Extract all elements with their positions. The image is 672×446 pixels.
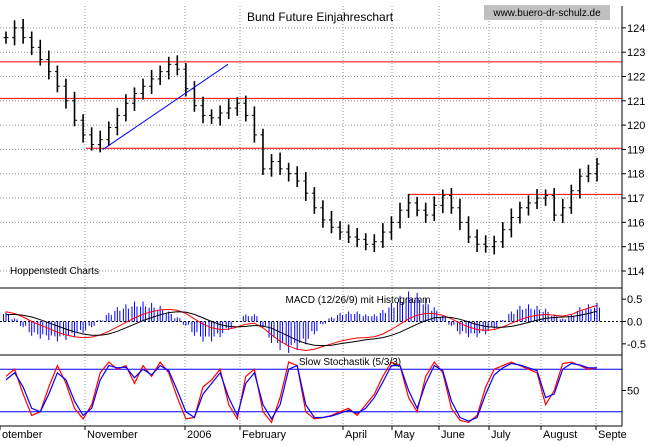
y-tick-label: 115 <box>627 242 645 254</box>
y-tick-label: 117 <box>627 193 645 205</box>
x-tick-label: August <box>543 429 577 441</box>
y-tick-label: 116 <box>627 217 645 229</box>
watermark: www.buero-dr-schulz.de <box>492 8 601 19</box>
x-tick-label: otember <box>2 429 43 441</box>
y-tick-label: -0.5 <box>627 339 646 351</box>
x-tick-label: April <box>345 429 367 441</box>
x-tick-label: Septe <box>598 429 627 441</box>
y-tick-label: 123 <box>627 47 645 59</box>
x-tick-label: May <box>394 429 415 441</box>
y-tick-label: 121 <box>627 96 645 108</box>
x-tick-label: February <box>242 429 287 441</box>
y-tick-label: 122 <box>627 72 645 84</box>
macd-title: MACD (12/26/9) mit Histogramm <box>285 295 430 306</box>
x-tick-label: November <box>87 429 138 441</box>
chart-title: Bund Future Einjahreschart <box>247 10 394 24</box>
bund-future-chart: 114 115 116 117 118 119 120 121 122 123 124 0.5 0.0… <box>0 0 672 441</box>
y-tick-label: 50 <box>627 386 639 398</box>
x-tick-label: June <box>441 429 465 441</box>
y-tick-label: 0.0 <box>627 317 642 329</box>
y-tick-label: 114 <box>627 266 645 278</box>
stochastic-title: Slow Stochastik (5/3/3) <box>299 357 401 368</box>
source-label: Hoppenstedt Charts <box>10 266 99 277</box>
y-tick-label: 120 <box>627 120 645 132</box>
y-tick-label: 0.5 <box>627 294 642 306</box>
x-tick-label: July <box>491 429 511 441</box>
chart-background <box>0 0 672 441</box>
x-tick-label: 2006 <box>187 429 211 441</box>
y-tick-label: 118 <box>627 169 645 181</box>
y-tick-label: 119 <box>627 144 645 156</box>
y-tick-label: 124 <box>627 23 645 35</box>
chart-canvas: 114 115 116 117 118 119 120 121 122 123 124 0.5 0.0… <box>0 0 672 441</box>
